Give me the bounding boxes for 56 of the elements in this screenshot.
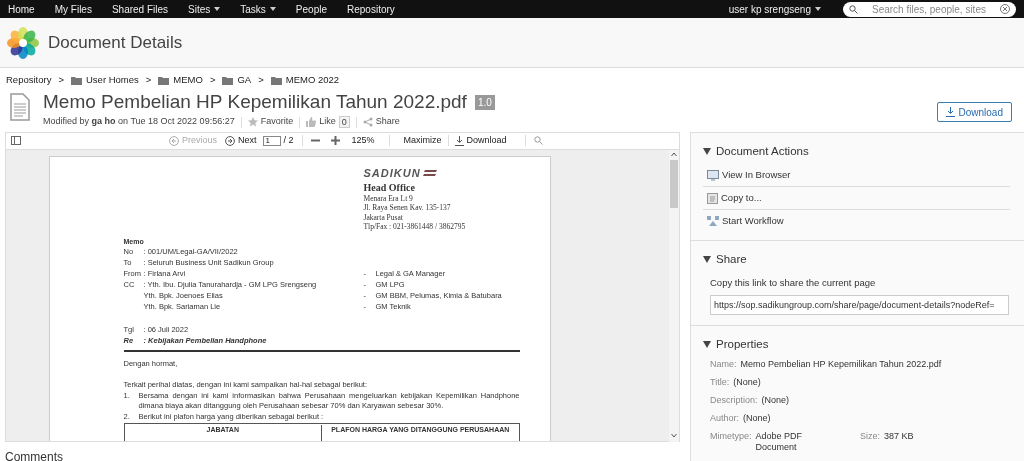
property-value: Adobe PDF Document	[755, 430, 804, 453]
breadcrumb-link[interactable]: MEMO	[173, 73, 203, 88]
property-label: Name:	[710, 358, 737, 371]
nav-link[interactable]: Home	[8, 1, 35, 17]
section-title: Document Actions	[716, 143, 809, 159]
nav-link[interactable]: Tasks	[240, 1, 276, 17]
action-link[interactable]: Start Workflow	[703, 210, 1010, 233]
property-label: Description:	[710, 394, 758, 407]
favorite-link[interactable]: Favorite	[247, 115, 294, 129]
property-value: (None)	[743, 412, 771, 425]
next-page-button[interactable]: Next	[225, 134, 257, 148]
page-title: Document Details	[48, 31, 183, 54]
action-link[interactable]: View In Browser	[703, 164, 1010, 187]
breadcrumb-link[interactable]: GA	[237, 73, 252, 88]
company-logo: SADIKUN	[363, 166, 421, 179]
download-button[interactable]: Download	[936, 102, 1012, 123]
version-badge: 1.0	[474, 94, 495, 110]
nav-link[interactable]: My Files	[54, 1, 92, 17]
share-link-field[interactable]: https://sop.sadikungroup.com/share/page/document-details?nodeRef=	[710, 294, 1009, 315]
breadcrumb-link[interactable]: Repository	[6, 73, 52, 88]
property-label: Title:	[710, 376, 730, 389]
share-instructions: Copy this link to share the current page	[710, 276, 877, 291]
section-title: Properties	[716, 336, 769, 352]
page-total: / 2	[283, 134, 294, 147]
modified-info: Modified by ga ho on Tue 18 Oct 2022 09:56:27	[43, 115, 235, 129]
property-label: Size:	[860, 430, 880, 443]
like-link[interactable]: Like	[306, 115, 336, 129]
page-number-field[interactable]: 1	[262, 135, 281, 146]
comments-heading: Comments	[5, 449, 64, 461]
nav-link[interactable]: Shared Files	[111, 1, 169, 17]
like-count: 0	[338, 116, 350, 128]
breadcrumb-separator: >	[258, 73, 264, 87]
breadcrumb-link[interactable]: MEMO 2022	[285, 73, 340, 88]
viewer-download-button[interactable]: Download	[454, 134, 507, 148]
user-menu[interactable]: user kp srengseng	[728, 1, 821, 17]
property-value: (None)	[761, 394, 790, 407]
property-label: Author:	[710, 412, 740, 425]
property-value: (None)	[733, 376, 761, 389]
breadcrumb-link[interactable]: User Homes	[86, 73, 139, 88]
property-value: 387 KB	[884, 430, 914, 443]
maximize-button[interactable]: Maximize	[403, 134, 442, 148]
breadcrumb-separator: >	[209, 73, 216, 87]
nav-link[interactable]: Repository	[347, 1, 395, 17]
office-title: Head Office	[363, 180, 416, 194]
share-link[interactable]: Share	[362, 115, 400, 129]
breadcrumb-separator: >	[58, 73, 64, 87]
property-label: Mimetype:	[710, 430, 752, 443]
section-title: Share	[716, 252, 747, 267]
document-title: Memo Pembelian HP Kepemilikan Tahun 2022.pdf	[43, 90, 467, 115]
breadcrumb-separator: >	[145, 73, 152, 87]
property-value: Memo Pembelian HP Kepemilikan Tahun 2022.pdf	[740, 358, 942, 371]
nav-link[interactable]: People	[295, 1, 327, 17]
search-field[interactable]: Search files, people, sites	[843, 1, 1016, 17]
action-link[interactable]: Copy to...	[703, 187, 1010, 210]
nav-link[interactable]: Sites	[188, 1, 221, 17]
zoom-level[interactable]: 125%	[351, 134, 375, 148]
